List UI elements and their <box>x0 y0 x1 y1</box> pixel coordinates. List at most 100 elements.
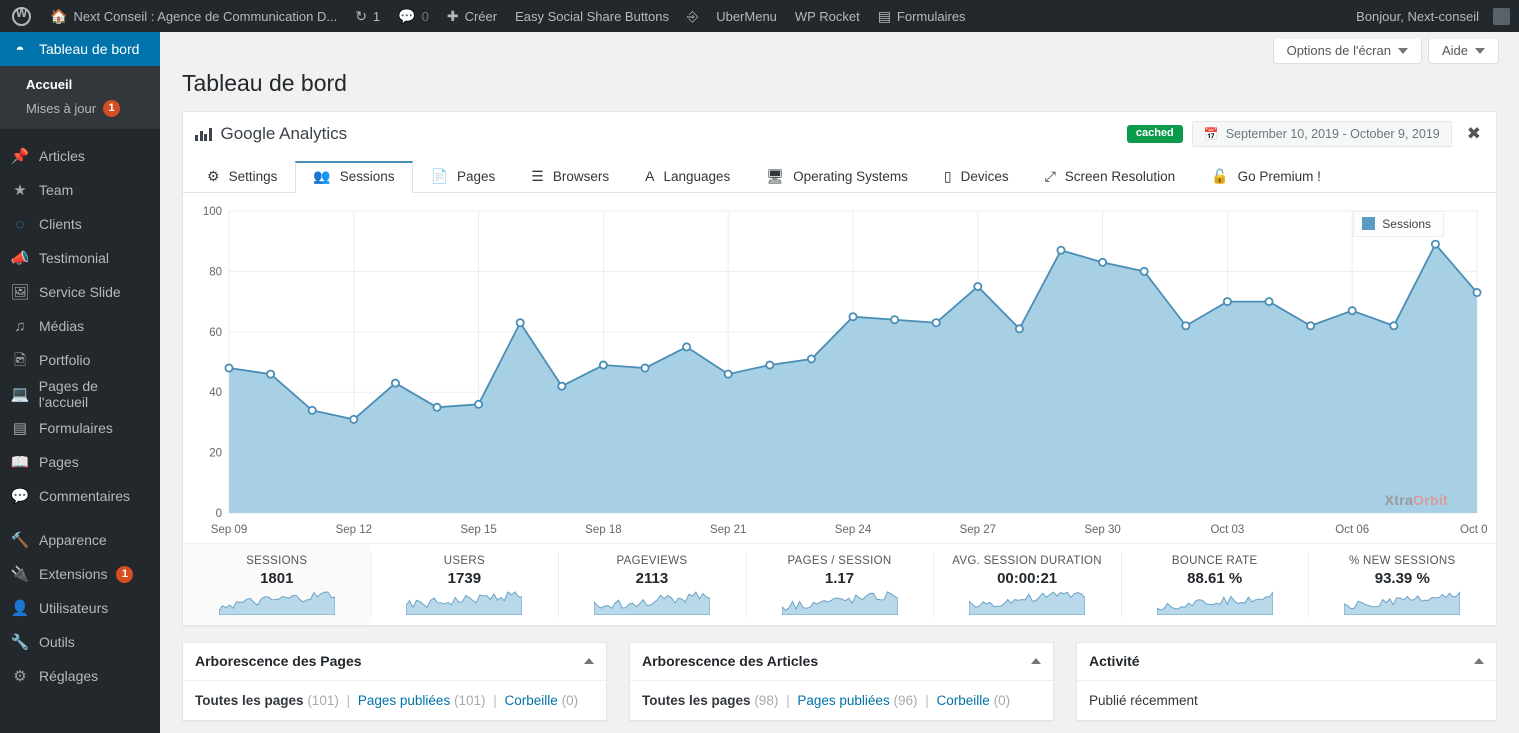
sidebar-item-extensions[interactable]: 🔌 Extensions 1 <box>0 557 160 591</box>
comment-icon: 💬 <box>398 8 416 24</box>
gear-icon: ⚙ <box>207 168 220 185</box>
sidebar-item-articles[interactable]: 📌 Articles <box>0 139 160 173</box>
site-name-label: Next Conseil : Agence de Communication D… <box>73 8 338 24</box>
svg-text:100: 100 <box>203 206 222 218</box>
widget-header[interactable]: Arborescence des Articles <box>630 643 1053 681</box>
sidebar-item-dashboard[interactable]: ◓ Tableau de bord <box>0 32 168 66</box>
stat-label: % NEW SESSIONS <box>1349 554 1456 567</box>
sidebar-item-team[interactable]: ★ Team <box>0 173 160 207</box>
divider: | <box>493 692 497 708</box>
menu-yoast[interactable]: ⎆ <box>678 0 707 32</box>
sidebar-subitem-label: Mises à jour <box>26 101 97 116</box>
date-range-picker[interactable]: 📅 September 10, 2019 - October 9, 2019 <box>1191 120 1452 147</box>
widget-header[interactable]: Arborescence des Pages <box>183 643 606 681</box>
chevron-up-icon[interactable] <box>1474 658 1484 665</box>
sidebar-item-pages[interactable]: 📖 Pages <box>0 445 160 479</box>
menu-wp-rocket[interactable]: WP Rocket <box>786 0 869 32</box>
all-pages-link[interactable]: Toutes les pages <box>642 693 751 708</box>
team-icon: ★ <box>13 181 27 199</box>
stat-new-sessions[interactable]: % NEW SESSIONS 93.39 % <box>1308 544 1496 625</box>
sidebar-item-utilisateurs[interactable]: 👤 Utilisateurs <box>0 591 160 625</box>
sidebar-subitem-accueil[interactable]: Accueil <box>0 73 160 96</box>
sidebar-item-formulaires[interactable]: ▤ Formulaires <box>0 411 160 445</box>
sidebar-item-portfolio[interactable]: 🖻 Portfolio <box>0 343 160 377</box>
published-pages-link[interactable]: Pages publiées <box>358 693 450 708</box>
menu-easy-social-share-buttons[interactable]: Easy Social Share Buttons <box>506 0 678 32</box>
resize-icon: ⤢ <box>1044 168 1056 185</box>
stat-pageviews[interactable]: PAGEVIEWS 2113 <box>558 544 746 625</box>
widget-header[interactable]: Activité <box>1077 643 1496 681</box>
help-button[interactable]: Aide <box>1427 39 1499 64</box>
page-icon: 📄 <box>430 168 448 185</box>
sidebar-item-reglages[interactable]: ⚙ Réglages <box>0 659 160 693</box>
sidebar-separator <box>0 513 160 523</box>
sidebar-item-label: Apparence <box>39 532 107 548</box>
comments-menu[interactable]: 💬 0 <box>389 0 438 32</box>
sidebar-item-testimonial[interactable]: 📣 Testimonial <box>0 241 160 275</box>
tab-screen-resolution[interactable]: ⤢ Screen Resolution <box>1027 161 1194 193</box>
my-account-menu[interactable]: Bonjour, Next-conseil <box>1347 0 1519 32</box>
sidebar-item-outils[interactable]: 🔧 Outils <box>0 625 160 659</box>
chevron-up-icon[interactable] <box>584 658 594 665</box>
stat-users[interactable]: USERS 1739 <box>370 544 559 625</box>
stat-value: 93.39 % <box>1374 569 1430 587</box>
close-icon[interactable]: ✖ <box>1461 125 1484 142</box>
tab-pages[interactable]: 📄 Pages <box>413 161 514 193</box>
admin-bar-right: Bonjour, Next-conseil <box>1347 0 1519 32</box>
wp-logo-menu[interactable] <box>0 0 41 32</box>
updates-icon: ↻ <box>355 8 367 24</box>
tab-label: Go Premium ! <box>1237 168 1321 184</box>
sidebar-item-pages-de-laccueil[interactable]: 💻 Pages de l'accueil <box>0 377 160 411</box>
clients-icon: ◌ <box>15 215 25 233</box>
sidebar-item-commentaires[interactable]: 💬 Commentaires <box>0 479 160 513</box>
stat-avg-session-duration[interactable]: AVG. SESSION DURATION 00:00:21 <box>933 544 1121 625</box>
new-content-menu[interactable]: ✚ Créer <box>438 0 506 32</box>
published-pages-link[interactable]: Pages publiées <box>797 693 889 708</box>
widget-title: Arborescence des Articles <box>642 653 819 670</box>
pin-icon: 📌 <box>10 147 30 165</box>
sessions-area-chart: 0 20 40 60 80 100 Sep 09 Sep 12 Sep 15 Sep 18 Sep … <box>203 206 1494 536</box>
media-icon: ♫ <box>14 317 26 335</box>
sidebar-item-label: Réglages <box>39 668 99 684</box>
tab-settings[interactable]: ⚙ Settings <box>189 161 295 193</box>
site-name-menu[interactable]: 🏠 Next Conseil : Agence de Communication… <box>41 0 346 32</box>
widget-activite: Activité Publié récemment <box>1076 641 1497 721</box>
sidebar-item-medias[interactable]: ♫ Médias <box>0 309 160 343</box>
yoast-icon: ⎆ <box>687 8 699 24</box>
stat-sessions[interactable]: SESSIONS 1801 <box>183 543 371 625</box>
tab-browsers[interactable]: ☰ Browsers <box>513 161 627 193</box>
stat-pages-session[interactable]: PAGES / SESSION 1.17 <box>745 544 934 625</box>
sidebar-subitem-mises-a-jour[interactable]: Mises à jour 1 <box>0 96 160 121</box>
trash-link[interactable]: Corbeille <box>937 693 990 708</box>
sidebar-item-label: Commentaires <box>39 488 131 504</box>
menu-ubermenu[interactable]: UberMenu <box>707 0 786 32</box>
trash-link[interactable]: Corbeille <box>505 693 558 708</box>
menu-formulaires[interactable]: ▤ Formulaires <box>869 0 975 32</box>
stat-label: AVG. SESSION DURATION <box>952 554 1102 567</box>
sidebar-item-service-slide[interactable]: 🖼 Service Slide <box>0 275 160 309</box>
screen-options-label: Options de l'écran <box>1286 43 1391 58</box>
chevron-up-icon[interactable] <box>1031 658 1041 665</box>
stat-value: 00:00:21 <box>997 569 1058 587</box>
svg-text:Sep 12: Sep 12 <box>336 524 372 536</box>
sidebar-item-apparence[interactable]: 🔨 Apparence <box>0 523 160 557</box>
tab-devices[interactable]: ▯ Devices <box>926 161 1027 193</box>
sidebar-item-clients[interactable]: ◌ Clients <box>0 207 160 241</box>
chevron-down-icon <box>1397 47 1408 54</box>
tab-sessions[interactable]: 👥 Sessions <box>295 160 413 193</box>
tab-go-premium[interactable]: 🔓 Go Premium ! <box>1193 161 1339 193</box>
updates-menu[interactable]: ↻ 1 <box>346 0 389 32</box>
watermark-part-b: Orbit <box>1413 491 1448 508</box>
screen-options-button[interactable]: Options de l'écran <box>1272 39 1422 64</box>
dashboard-widgets: Arborescence des Pages Toutes les pages … <box>182 641 1497 721</box>
stat-bounce-rate[interactable]: BOUNCE RATE 88.61 % <box>1120 544 1309 625</box>
plugin-icon: 🔌 <box>10 565 30 583</box>
stat-label: USERS <box>443 554 485 567</box>
tab-languages[interactable]: A Languages <box>627 161 748 193</box>
all-pages-link[interactable]: Toutes les pages <box>195 693 304 708</box>
comments-count: 0 <box>421 8 429 24</box>
svg-text:Sep 18: Sep 18 <box>585 524 621 536</box>
svg-text:Oct 09: Oct 09 <box>1460 524 1487 536</box>
ga-tab-bar: ⚙ Settings 👥 Sessions 📄 Pages ☰ Browsers… <box>183 156 1496 193</box>
tab-operating-systems[interactable]: 🖥 Operating Systems <box>748 161 926 193</box>
